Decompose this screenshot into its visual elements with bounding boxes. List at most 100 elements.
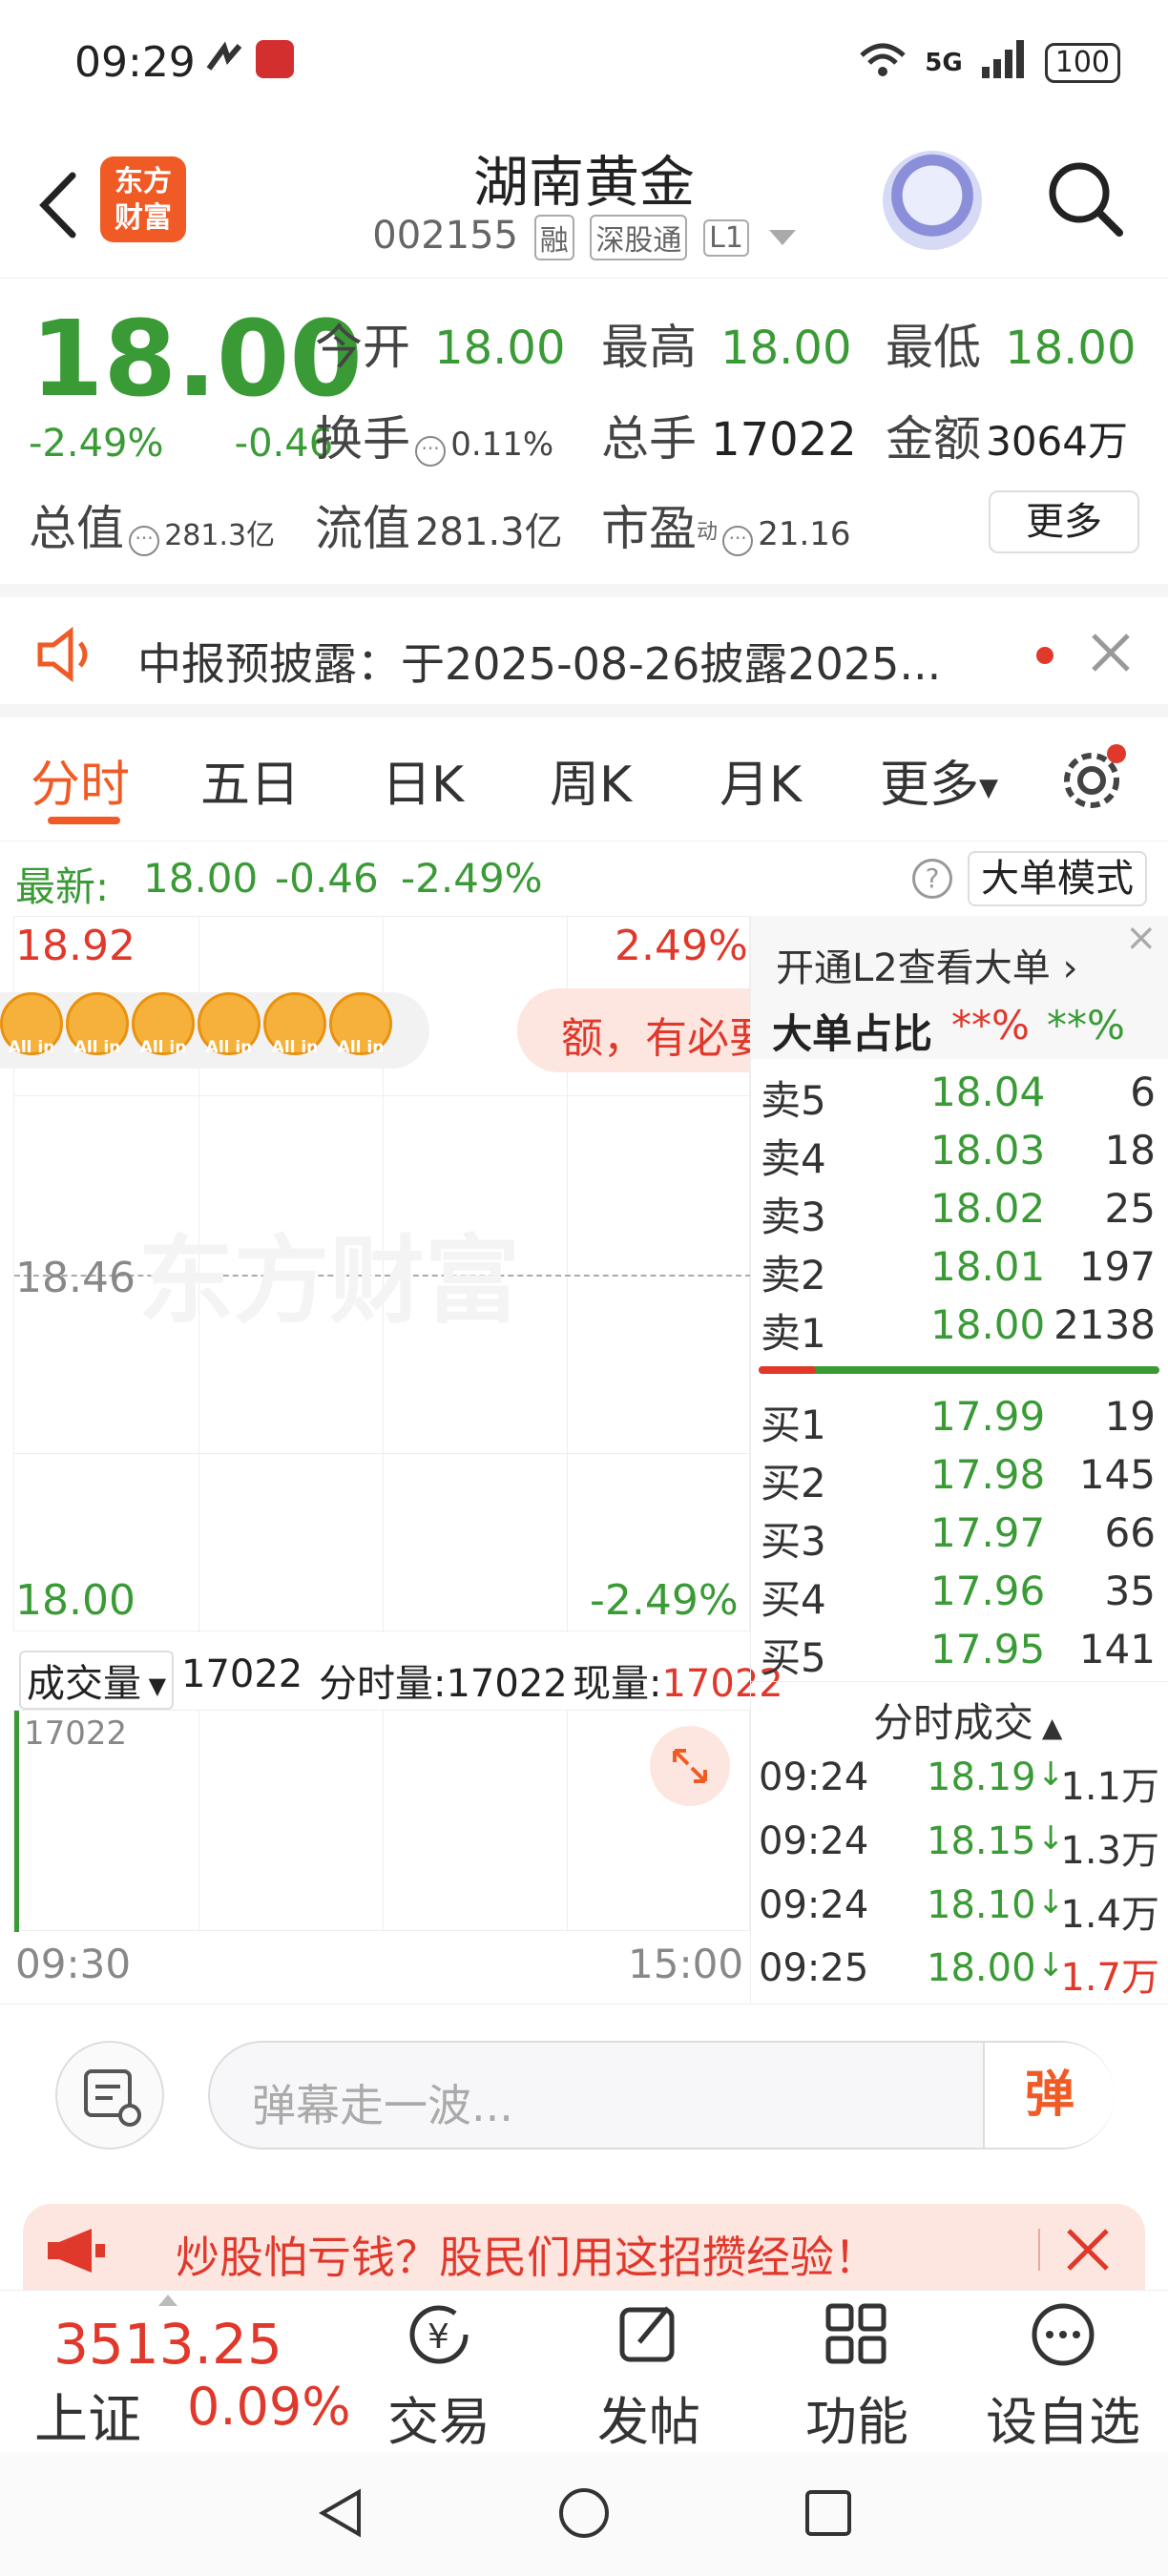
allin-badge[interactable]: All in	[132, 992, 195, 1057]
volume-field: 总手 17022	[601, 401, 857, 469]
trade-volume: 1.3万	[1060, 1829, 1159, 1873]
bid-volume: 35	[1104, 1568, 1156, 1614]
chevron-right-icon: ›	[1050, 946, 1078, 990]
latest-label: 最新:	[15, 863, 110, 910]
index-name[interactable]: 上证	[34, 2377, 141, 2454]
axis-top-pct: 2.49%	[615, 922, 748, 970]
tab-more[interactable]: 更多▼	[880, 744, 998, 816]
ask-row-1: 卖1 18.00 2138	[761, 1301, 1156, 1359]
info-icon[interactable]: ···	[722, 525, 754, 556]
system-back-icon[interactable]	[315, 2486, 368, 2544]
allin-badge[interactable]: All in	[263, 992, 326, 1057]
ask-row-3: 卖3 18.02 25	[761, 1185, 1156, 1242]
trade-time: 09:24	[759, 1819, 869, 1863]
pe-label: 市盈	[601, 501, 697, 556]
time-sales-toggle[interactable]: 分时成交 ▲	[873, 1691, 1062, 1749]
danmu-banner[interactable]: 额，有必要	[517, 988, 750, 1072]
ask-price: 18.03	[930, 1127, 1046, 1174]
allin-badge[interactable]: All in	[0, 992, 63, 1057]
dropdown-icon[interactable]	[768, 230, 796, 245]
latest-price-line: 最新: 18.00 -0.46 -2.49% ? 大单模式	[0, 841, 1168, 916]
tab-monthly[interactable]: 月K	[720, 744, 802, 816]
help-icon[interactable]: ?	[912, 859, 952, 899]
svg-text:¥: ¥	[428, 2317, 449, 2357]
index-value[interactable]: 3513.25	[53, 2312, 282, 2377]
more-quote-button[interactable]: 更多	[989, 490, 1139, 553]
bid-volume: 141	[1078, 1626, 1156, 1672]
danmu-bar: 弹幕走一波... 弹	[0, 2004, 1168, 2185]
trade-row: 09:24 18.10 ↓ 1.4万	[759, 1883, 1159, 1942]
volume-value: 17022	[711, 413, 857, 467]
volume-label: 总手	[601, 411, 697, 467]
high-label: 最高	[601, 320, 697, 375]
ask-volume: 18	[1104, 1127, 1156, 1174]
expand-up-icon[interactable]	[158, 2295, 177, 2306]
stock-name: 湖南黄金	[472, 150, 695, 215]
announcement-text: 中报预披露：于2025-08-26披露2025...	[137, 638, 942, 690]
nav-post[interactable]: 发帖	[563, 2300, 735, 2455]
tag-margin: 融	[533, 215, 574, 260]
close-icon[interactable]: ×	[1125, 916, 1158, 960]
nav-add-watchlist[interactable]: 设自选	[977, 2300, 1149, 2455]
ask-label: 卖1	[761, 1310, 826, 1357]
l2-panel[interactable]: 开通L2查看大单 › × 大单占比 **% **%	[751, 916, 1168, 1059]
danmu-send-button[interactable]: 弹	[983, 2043, 1115, 2148]
allin-badge[interactable]: All in	[198, 992, 261, 1057]
bottom-nav: 3513.25 上证 0.09% ¥ 交易 发帖 功能 设自选	[0, 2290, 1168, 2452]
gear-icon[interactable]	[1057, 742, 1130, 819]
ask-label: 卖2	[761, 1252, 826, 1298]
volume-selector-label: 成交量	[27, 1662, 141, 1706]
announcement-bar[interactable]: 中报预披露：于2025-08-26披露2025...	[0, 584, 1168, 717]
latest-chg: -0.46	[275, 855, 379, 902]
price-change: -2.49% -0.46	[29, 422, 333, 466]
trade-price: 18.00	[927, 1946, 1036, 1990]
assistant-robot-icon[interactable]	[883, 151, 982, 250]
tab-intraday[interactable]: 分时	[31, 744, 130, 816]
turnover-field: 换手 ··· 0.11%	[315, 401, 553, 469]
info-icon[interactable]: ···	[415, 435, 447, 467]
chart-tabs: 分时 五日 日K 周K 月K 更多▼	[0, 717, 1168, 841]
current-volume-label: 现量:	[573, 1662, 662, 1706]
intraday-chart[interactable]: 东方财富 18.92 2.49% 18.46 18.00 -2.49% All …	[0, 916, 783, 2004]
close-icon[interactable]	[1063, 2225, 1113, 2278]
nav-trade[interactable]: ¥ 交易	[353, 2300, 525, 2455]
danmu-settings-icon[interactable]	[55, 2041, 164, 2150]
expand-icon[interactable]	[650, 1726, 730, 1806]
close-icon[interactable]	[1088, 630, 1134, 679]
allin-badge[interactable]: All in	[66, 992, 129, 1057]
tab-weekly[interactable]: 周K	[550, 744, 632, 816]
info-icon[interactable]: ···	[129, 525, 160, 556]
system-nav-bar	[0, 2452, 1168, 2576]
trade-volume: 1.7万	[1060, 1956, 1159, 2000]
trade-row: 09:24 18.15 ↓ 1.3万	[759, 1819, 1159, 1879]
big-order-mode-button[interactable]: 大单模式	[968, 851, 1147, 906]
system-recents-icon[interactable]	[803, 2488, 853, 2542]
tick-volume-label: 分时量:	[319, 1662, 447, 1706]
ask-volume: 25	[1104, 1185, 1156, 1232]
ask-price: 18.04	[930, 1069, 1046, 1115]
tab-5day[interactable]: 五日	[200, 744, 300, 816]
bid-label: 买5	[761, 1634, 826, 1681]
volume-selector[interactable]: 成交量 ▼	[19, 1651, 175, 1710]
tab-daily[interactable]: 日K	[382, 744, 464, 816]
search-icon[interactable]	[1045, 158, 1123, 237]
grid-line	[14, 1453, 751, 1454]
allin-badges[interactable]: All in All in All in All in All in All i…	[0, 992, 395, 1057]
time-axis-start: 09:30	[15, 1941, 132, 1987]
time-axis-end: 15:00	[628, 1941, 744, 1987]
nav-functions[interactable]: 功能	[771, 2300, 943, 2455]
system-home-icon[interactable]	[557, 2486, 611, 2544]
bid-ask-ratio-bar	[759, 1366, 1159, 1374]
allin-badge[interactable]: All in	[329, 992, 392, 1057]
l2-promo[interactable]: 开通L2查看大单 ›	[776, 937, 1077, 992]
ask-row-5: 卖5 18.04 6	[761, 1069, 1156, 1126]
open-value: 18.00	[434, 322, 566, 375]
bid-row-1: 买1 17.99 19	[761, 1393, 1156, 1450]
bid-ratio-fill	[759, 1366, 816, 1374]
trade-price: 18.19	[927, 1755, 1036, 1799]
bid-label: 买3	[761, 1518, 826, 1565]
ad-banner[interactable]: 炒股怕亏钱？股民们用这招攒经验！	[23, 2204, 1145, 2290]
axis-bottom-pct: -2.49%	[590, 1576, 739, 1625]
danmu-input[interactable]: 弹幕走一波... 弹	[208, 2041, 1115, 2150]
current-price: 18.00	[31, 298, 363, 420]
